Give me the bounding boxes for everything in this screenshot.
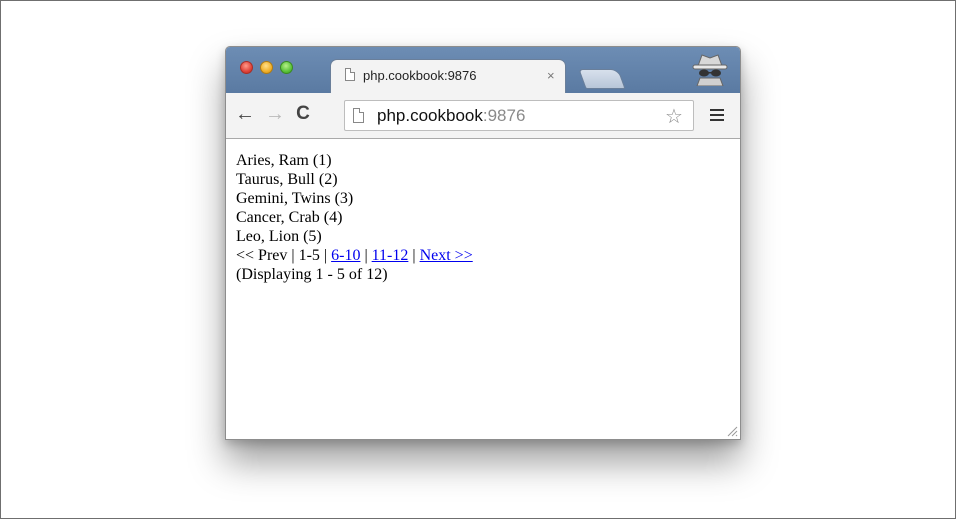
pagination: << Prev | 1-5 | 6-10 | 11-12 | Next >> xyxy=(236,246,473,265)
pagination-separator: | xyxy=(408,247,420,264)
screenshot-frame: php.cookbook:9876 × ← → C php.cookbook:9… xyxy=(0,0,956,519)
page-link-11-12[interactable]: 11-12 xyxy=(372,247,409,264)
tab-active[interactable]: php.cookbook:9876 × xyxy=(330,59,566,93)
prev-label: << Prev xyxy=(236,247,288,264)
url-text[interactable]: php.cookbook:9876 xyxy=(377,106,525,126)
url-host: php.cookbook xyxy=(377,106,483,125)
star-icon[interactable]: ☆ xyxy=(665,104,683,129)
url-port: :9876 xyxy=(482,106,526,125)
document-icon xyxy=(345,68,355,81)
new-tab-icon[interactable] xyxy=(578,69,626,89)
tab-title: php.cookbook:9876 xyxy=(363,68,477,83)
list-item: Aries, Ram (1) xyxy=(236,152,332,169)
close-window-button[interactable] xyxy=(240,61,253,74)
resize-grip-icon[interactable] xyxy=(726,425,738,437)
maximize-window-button[interactable] xyxy=(280,61,293,74)
address-bar[interactable]: php.cookbook:9876 ☆ xyxy=(344,100,694,131)
reload-icon[interactable]: C xyxy=(292,103,314,125)
list-item: Gemini, Twins (3) xyxy=(236,190,354,207)
toolbar: ← → C php.cookbook:9876 ☆ xyxy=(226,93,740,139)
forward-icon[interactable]: → xyxy=(264,103,286,125)
list-item: Cancer, Crab (4) xyxy=(236,209,343,226)
incognito-icon xyxy=(692,54,728,86)
pagination-separator: | xyxy=(360,247,372,264)
page-document-icon xyxy=(353,108,364,123)
list-item: Taurus, Bull (2) xyxy=(236,171,338,188)
next-page-link[interactable]: Next >> xyxy=(420,247,473,264)
minimize-window-button[interactable] xyxy=(260,61,273,74)
current-page-label: 1-5 xyxy=(298,247,320,264)
pagination-separator: | xyxy=(287,247,299,264)
tab-strip: php.cookbook:9876 × xyxy=(226,47,740,93)
browser-window: php.cookbook:9876 × ← → C php.cookbook:9… xyxy=(225,46,741,440)
display-status: (Displaying 1 - 5 of 12) xyxy=(236,266,388,283)
menu-icon[interactable] xyxy=(710,109,724,121)
page-content: Aries, Ram (1) Taurus, Bull (2) Gemini, … xyxy=(236,151,473,284)
tab-close-icon[interactable]: × xyxy=(547,68,555,83)
back-icon[interactable]: ← xyxy=(234,103,256,125)
list-item: Leo, Lion (5) xyxy=(236,228,322,245)
pagination-separator: | xyxy=(319,247,332,264)
page-link-6-10[interactable]: 6-10 xyxy=(331,247,360,264)
